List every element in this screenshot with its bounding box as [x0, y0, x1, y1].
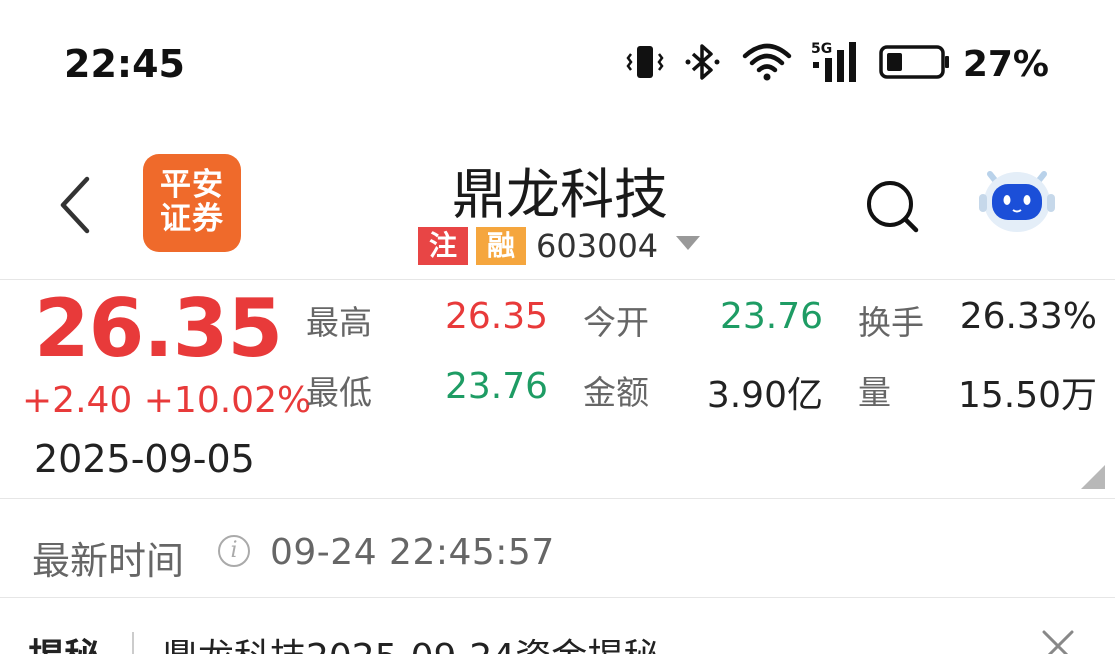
app-logo-line2: 证券: [160, 201, 224, 237]
stat-value-open: 23.76: [719, 296, 823, 337]
svg-text:5G: 5G: [811, 41, 832, 57]
latest-time-value: 09-24 22:45:57: [270, 532, 555, 573]
quote-date: 2025-09-05: [34, 437, 255, 481]
stat-label-low: 最低: [306, 373, 372, 412]
reveal-text: 鼎龙科技2025-09-24资金揭秘: [162, 628, 659, 654]
status-time: 22:45: [64, 42, 185, 86]
signal-icon: 5G: [811, 40, 861, 88]
stock-code-row[interactable]: 注 融 603004: [418, 227, 701, 265]
fund-reveal-banner[interactable]: 揭秘 鼎龙科技2025-09-24资金揭秘: [0, 598, 1115, 654]
bluetooth-icon: [683, 42, 723, 86]
close-icon: [1042, 630, 1074, 654]
battery-percent: 27%: [962, 43, 1049, 85]
stat-value-low: 23.76: [444, 366, 548, 407]
margin-tag: 融: [476, 227, 526, 265]
chevron-left-icon: [60, 176, 90, 234]
expand-corner-icon[interactable]: [1081, 465, 1105, 489]
stats-row-2: 最低 23.76 金额 3.90亿 量 15.50万: [306, 366, 1106, 416]
wifi-icon: [741, 42, 793, 86]
reveal-tag: 揭秘: [28, 628, 100, 654]
vibrate-icon: [625, 42, 665, 86]
app-logo-line1: 平安: [160, 167, 224, 203]
stat-value-volume: 15.50万: [957, 375, 1097, 416]
latest-time-label: 最新时间: [32, 539, 185, 583]
battery-icon: [879, 42, 951, 86]
stat-label-volume: 量: [858, 373, 891, 412]
stat-label-amount: 金额: [583, 373, 649, 412]
search-button[interactable]: [864, 178, 920, 234]
price-change: +2.40 +10.02%: [22, 380, 312, 421]
back-button[interactable]: [50, 170, 100, 240]
stat-value-high: 26.35: [444, 296, 548, 337]
header-divider: [0, 279, 1115, 280]
stats-row-1: 最高 26.35 今开 23.76 换手 26.33%: [306, 296, 1106, 346]
reveal-separator: [132, 632, 134, 654]
ai-assistant-button[interactable]: [976, 164, 1058, 236]
stock-name: 鼎龙科技: [452, 163, 668, 226]
stat-label-open: 今开: [583, 303, 649, 342]
quote-divider: [0, 498, 1115, 499]
stock-code: 603004: [536, 227, 659, 265]
info-icon[interactable]: i: [218, 535, 250, 567]
dropdown-caret-icon[interactable]: [676, 236, 701, 250]
stat-value-amount: 3.90亿: [706, 375, 823, 416]
app-logo[interactable]: 平安 证券: [143, 154, 241, 252]
stat-value-turnover: 26.33%: [959, 296, 1097, 337]
registration-tag: 注: [418, 227, 468, 265]
current-price: 26.35: [34, 282, 283, 375]
status-icons: 5G 27%: [625, 40, 1049, 88]
search-icon: [867, 181, 919, 233]
stat-label-turnover: 换手: [858, 303, 924, 342]
robot-icon: [979, 171, 1055, 232]
close-button[interactable]: [1040, 628, 1076, 654]
stat-label-high: 最高: [306, 303, 372, 342]
